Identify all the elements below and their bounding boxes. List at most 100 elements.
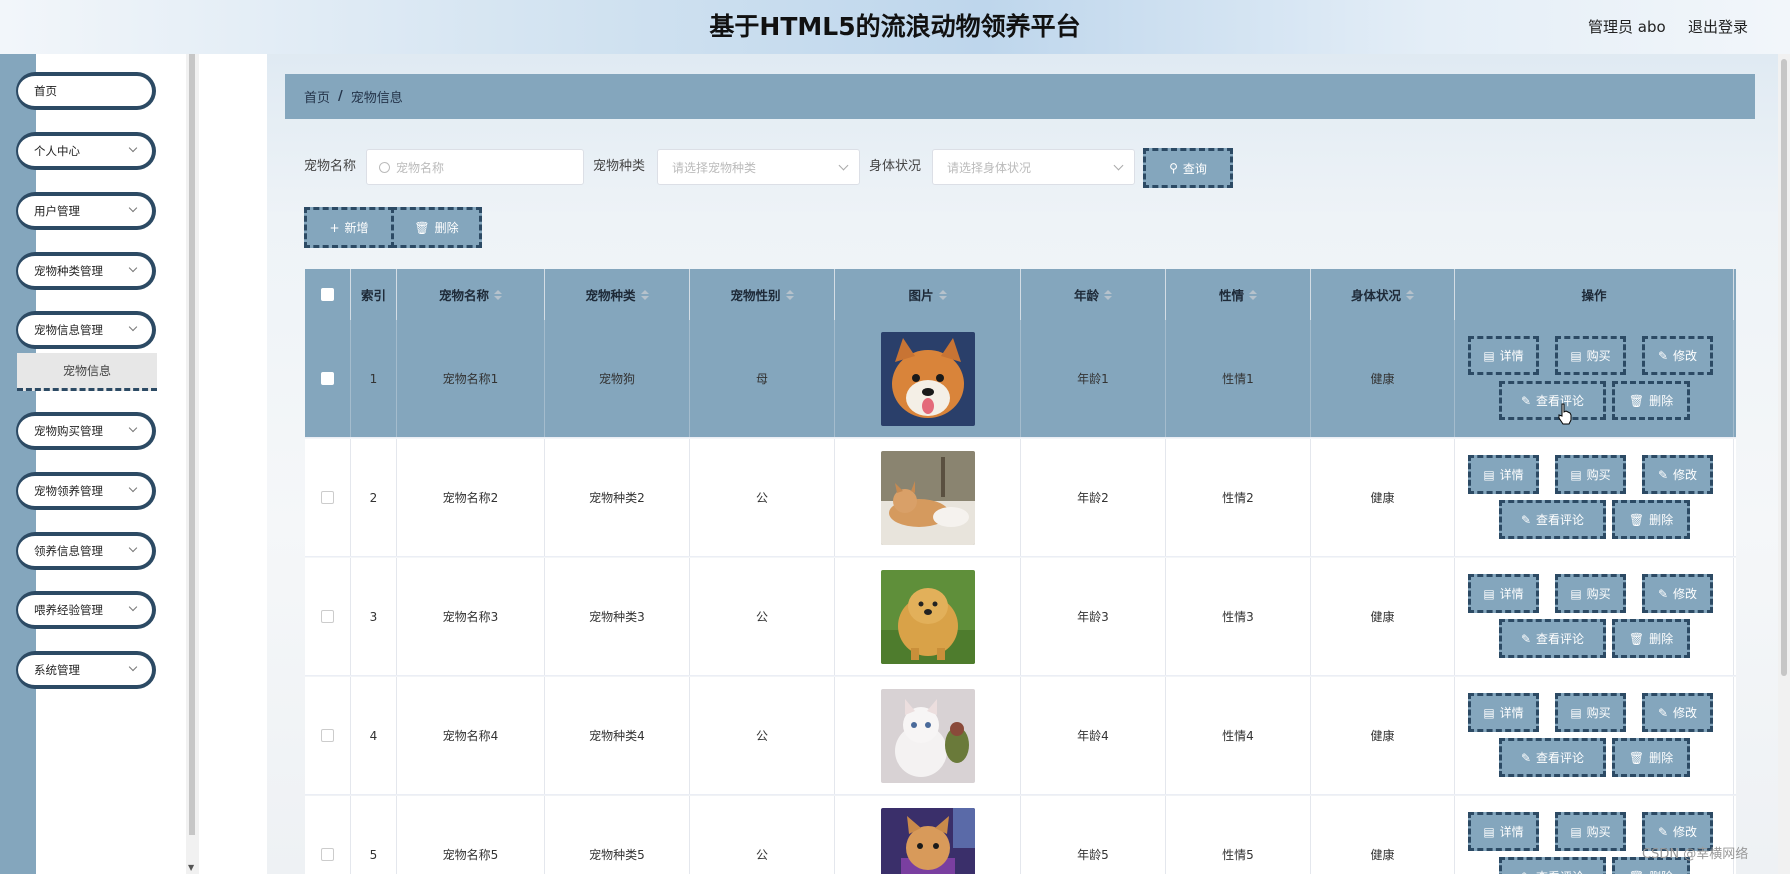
scroll-down-icon[interactable]: ▼ bbox=[188, 863, 194, 872]
row-action-button-2[interactable]: ✎ 修改 bbox=[1642, 693, 1713, 732]
pet-image[interactable] bbox=[835, 677, 1021, 794]
add-button[interactable]: + 新增 bbox=[304, 207, 394, 248]
cell-index: 2 bbox=[351, 439, 397, 556]
row-action-button-1[interactable]: ▤ 购买 bbox=[1555, 455, 1626, 494]
row-checkbox[interactable] bbox=[321, 610, 334, 623]
cell-index: 1 bbox=[351, 320, 397, 437]
row-action-button-1[interactable]: ▤ 购买 bbox=[1555, 812, 1626, 851]
logout-link[interactable]: 退出登录 bbox=[1688, 0, 1748, 54]
row-select-cell bbox=[305, 439, 351, 556]
row-action-button-0[interactable]: ▤ 详情 bbox=[1468, 693, 1539, 732]
table-row[interactable]: 3 宠物名称3 宠物种类3 公 年龄3 性情3 健康 ▤ 详情 ▤ 购买 ✎ 修改 ✎ 查看评论 🗑 删除 bbox=[305, 558, 1736, 676]
row-select-cell bbox=[305, 320, 351, 437]
health-select[interactable]: 请选择身体状况 bbox=[932, 149, 1135, 185]
sidebar-item-5[interactable]: 宠物购买管理 bbox=[16, 412, 156, 450]
table-row[interactable]: 1 宠物名称1 宠物狗母 年龄1 性情1 健康 ▤ 详情 ▤ 购买 ✎ 修改 ✎ 查看评论 🗑 删除 bbox=[305, 320, 1736, 438]
sidebar-item-8[interactable]: 喂养经验管理 bbox=[16, 591, 156, 629]
breadcrumb-home[interactable]: 首页 bbox=[304, 87, 330, 106]
row-action-button-3[interactable]: ✎查看评论 bbox=[1499, 738, 1606, 777]
row-checkbox[interactable] bbox=[321, 729, 334, 742]
pet-image[interactable] bbox=[835, 796, 1021, 874]
app-title: 基于HTML5的流浪动物领养平台 bbox=[709, 12, 1081, 41]
row-action-button-0[interactable]: ▤ 详情 bbox=[1468, 574, 1539, 613]
row-action-button-2[interactable]: ✎ 修改 bbox=[1642, 574, 1713, 613]
cell-gender: 母 bbox=[690, 320, 835, 437]
pet-image[interactable] bbox=[835, 320, 1021, 437]
sort-icon[interactable] bbox=[1249, 289, 1257, 300]
pet-image[interactable] bbox=[835, 558, 1021, 675]
chevron-down-icon bbox=[128, 662, 138, 672]
chevron-down-icon bbox=[128, 543, 138, 553]
sidebar-item-1[interactable]: 个人中心 bbox=[16, 132, 156, 170]
row-actions-cell: ▤详情 ▤购买 ✎修改 ✎查看评论🗑删除 bbox=[1455, 558, 1734, 675]
edit-icon: ✎ bbox=[1657, 467, 1669, 482]
column-header[interactable]: 宠物种类 bbox=[545, 269, 690, 320]
watermark: CSDN @幸横网络 bbox=[1642, 847, 1749, 862]
row-action-button-4[interactable]: 🗑删除 bbox=[1612, 619, 1690, 658]
column-header[interactable]: 身体状况 bbox=[1311, 269, 1455, 320]
row-action-button-3[interactable]: ✎查看评论 bbox=[1499, 619, 1606, 658]
query-button[interactable]: ⚲ 查询 bbox=[1143, 148, 1233, 188]
row-action-button-0[interactable]: ▤ 详情 bbox=[1468, 336, 1539, 375]
edit-icon: ✎ bbox=[1657, 586, 1669, 601]
pet-type-select[interactable]: 请选择宠物种类 bbox=[657, 149, 860, 185]
row-action-button-3[interactable]: ✎查看评论 bbox=[1499, 500, 1606, 539]
sort-icon[interactable] bbox=[494, 289, 502, 300]
page-scrollbar[interactable] bbox=[1778, 54, 1790, 874]
row-action-button-0[interactable]: ▤ 详情 bbox=[1468, 812, 1539, 851]
row-action-button-1[interactable]: ▤ 购买 bbox=[1555, 574, 1626, 613]
sidebar-item-2[interactable]: 用户管理 bbox=[16, 192, 156, 230]
sidebar-item-3[interactable]: 宠物种类管理 bbox=[16, 252, 156, 290]
pet-image[interactable] bbox=[835, 439, 1021, 556]
row-action-button-3[interactable]: ✎查看评论 bbox=[1499, 381, 1606, 420]
column-header[interactable]: 年龄 bbox=[1021, 269, 1166, 320]
column-header[interactable]: 宠物名称 bbox=[397, 269, 545, 320]
document-icon: ▤ bbox=[1570, 348, 1582, 363]
column-header[interactable]: 性情 bbox=[1166, 269, 1311, 320]
plus-icon: + bbox=[329, 220, 340, 235]
row-select-cell bbox=[305, 796, 351, 874]
cell-name: 宠物名称1 bbox=[397, 320, 545, 437]
sidebar-scrollbar[interactable]: ▼ bbox=[186, 54, 199, 874]
cell-temper: 性情4 bbox=[1166, 677, 1311, 794]
submenu-pet-info[interactable]: 宠物信息 bbox=[17, 353, 157, 391]
table-row[interactable]: 4 宠物名称4 宠物种类4 公 年龄4 性情4 健康 ▤ 详情 ▤ 购买 ✎ 修改 ✎ 查看评论 🗑 删除 bbox=[305, 677, 1736, 795]
sort-icon[interactable] bbox=[1406, 289, 1414, 300]
sidebar-item-0[interactable]: 首页 bbox=[16, 72, 156, 110]
row-action-button-4[interactable]: 🗑删除 bbox=[1612, 738, 1690, 777]
cell-age: 年龄3 bbox=[1021, 558, 1166, 675]
pet-name-input[interactable]: 宠物名称 bbox=[366, 149, 584, 185]
row-checkbox[interactable] bbox=[321, 848, 334, 861]
cell-age: 年龄4 bbox=[1021, 677, 1166, 794]
row-checkbox[interactable] bbox=[321, 372, 334, 385]
row-action-button-1[interactable]: ▤ 购买 bbox=[1555, 336, 1626, 375]
sort-icon[interactable] bbox=[785, 289, 794, 300]
sidebar-item-9[interactable]: 系统管理 bbox=[16, 651, 156, 689]
sidebar-item-4[interactable]: 宠物信息管理 bbox=[16, 311, 156, 349]
column-header[interactable]: 宠物性别 bbox=[690, 269, 835, 320]
row-action-button-2[interactable]: ✎ 修改 bbox=[1642, 455, 1713, 494]
sort-icon[interactable] bbox=[1104, 289, 1112, 300]
column-header: 索引 bbox=[351, 269, 397, 320]
sidebar-item-7[interactable]: 领养信息管理 bbox=[16, 532, 156, 570]
row-action-button-4[interactable]: 🗑删除 bbox=[1612, 381, 1690, 420]
row-action-button-0[interactable]: ▤ 详情 bbox=[1468, 455, 1539, 494]
row-action-button-1[interactable]: ▤ 购买 bbox=[1555, 693, 1626, 732]
select-all-checkbox[interactable] bbox=[321, 288, 334, 301]
document-icon: ▤ bbox=[1483, 705, 1495, 720]
sidebar-item-6[interactable]: 宠物领养管理 bbox=[16, 472, 156, 510]
chevron-down-icon bbox=[128, 483, 138, 493]
column-header[interactable]: 图片 bbox=[835, 269, 1021, 320]
chevron-down-icon bbox=[128, 143, 138, 153]
batch-delete-button[interactable]: 🗑 删除 bbox=[391, 207, 482, 248]
chevron-down-icon bbox=[128, 322, 138, 332]
row-action-button-3[interactable]: ✎查看评论 bbox=[1499, 857, 1606, 874]
row-checkbox[interactable] bbox=[321, 491, 334, 504]
sort-icon[interactable] bbox=[938, 289, 947, 300]
cell-index: 3 bbox=[351, 558, 397, 675]
row-action-button-4[interactable]: 🗑删除 bbox=[1612, 500, 1690, 539]
sort-icon[interactable] bbox=[640, 289, 649, 300]
row-action-button-2[interactable]: ✎ 修改 bbox=[1642, 336, 1713, 375]
table-row[interactable]: 5宠物名称5宠物种类5公年龄5性情5健康▤详情▤购买✎修改✎查看评论🗑删除 bbox=[305, 796, 1736, 874]
table-row[interactable]: 2 宠物名称2 宠物种类2 公 年龄2 性情2 健康 ▤ 详情 ▤ 购买 ✎ 修改 ✎ 查看评论 🗑 删除 bbox=[305, 439, 1736, 557]
